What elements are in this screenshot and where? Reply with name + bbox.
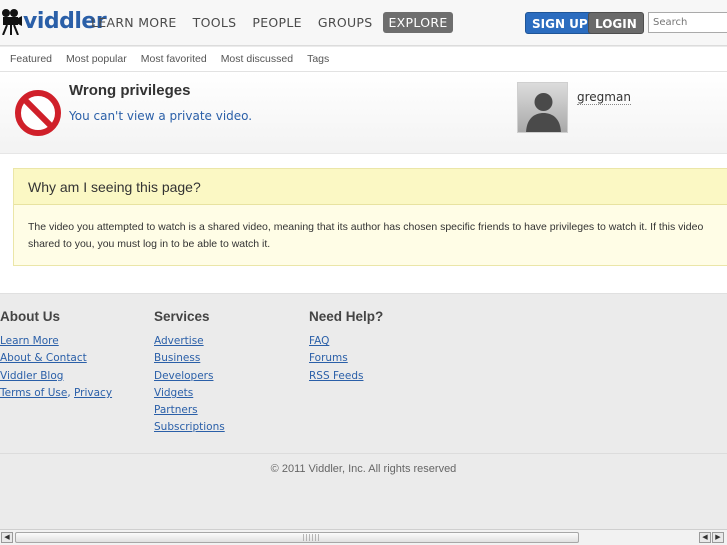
subnav-most-popular[interactable]: Most popular <box>66 53 127 65</box>
footer-link-viddler-blog[interactable]: Viddler Blog <box>0 368 112 385</box>
login-button[interactable]: LOGIN <box>588 12 644 34</box>
footer-link-about-contact[interactable]: About & Contact <box>0 350 112 367</box>
signup-button[interactable]: SIGN UP <box>525 12 595 34</box>
search-input[interactable] <box>648 12 727 33</box>
footer-link-terms[interactable]: Terms of Use <box>0 387 67 399</box>
why-text-line-2: shared to you, you must log in to be abl… <box>28 238 271 250</box>
error-message: You can't view a private video. <box>69 109 253 123</box>
footer-services-heading: Services <box>154 309 210 324</box>
footer-link-partners[interactable]: Partners <box>154 402 225 419</box>
subnav-most-discussed[interactable]: Most discussed <box>221 53 293 65</box>
footer-link-faq[interactable]: FAQ <box>309 333 383 350</box>
footer-link-rss-feeds[interactable]: RSS Feeds <box>309 368 383 385</box>
why-notice-box: Why am I seeing this page? The video you… <box>13 168 727 266</box>
scrollbar-grip <box>303 534 319 541</box>
nav-learn-more[interactable]: LEARN MORE <box>86 12 182 33</box>
footer-terms-privacy: Terms of Use, Privacy <box>0 385 112 402</box>
why-text-line-1: The video you attempted to watch is a sh… <box>28 221 704 233</box>
footer-link-subscriptions[interactable]: Subscriptions <box>154 419 225 436</box>
nav-people[interactable]: PEOPLE <box>247 12 306 33</box>
scroll-left-arrow-icon-right[interactable]: ◀ <box>699 532 711 543</box>
subnav-tags[interactable]: Tags <box>307 53 329 65</box>
nav-explore[interactable]: EXPLORE <box>383 12 453 33</box>
username-link[interactable]: gregman <box>577 90 631 105</box>
main-nav: LEARN MORE TOOLS PEOPLE GROUPS EXPLORE <box>86 12 453 33</box>
footer-link-developers[interactable]: Developers <box>154 368 225 385</box>
footer-link-vidgets[interactable]: Vidgets <box>154 385 225 402</box>
error-title: Wrong privileges <box>69 82 191 99</box>
scrollbar-thumb[interactable] <box>15 532 579 543</box>
footer-link-advertise[interactable]: Advertise <box>154 333 225 350</box>
footer-link-privacy[interactable]: Privacy <box>74 387 112 399</box>
scroll-left-arrow-icon[interactable]: ◀ <box>1 532 13 543</box>
footer-help-column: Need Help? FAQ Forums RSS Feeds <box>309 309 383 385</box>
footer-about-column: About Us Learn More About & Contact Vidd… <box>0 309 112 402</box>
footer-link-learn-more[interactable]: Learn More <box>0 333 112 350</box>
footer-services-column: Services Advertise Business Developers V… <box>154 309 225 437</box>
camera-icon <box>2 9 22 35</box>
error-header: Wrong privileges You can't view a privat… <box>0 72 727 154</box>
user-silhouette-icon <box>526 93 561 132</box>
footer-divider <box>0 453 727 454</box>
footer-link-forums[interactable]: Forums <box>309 350 383 367</box>
why-heading: Why am I seeing this page? <box>14 169 727 205</box>
prohibited-icon <box>15 90 61 136</box>
footer-link-business[interactable]: Business <box>154 350 225 367</box>
footer-about-heading: About Us <box>0 309 60 324</box>
scroll-right-arrow-icon[interactable]: ▶ <box>712 532 724 543</box>
nav-tools[interactable]: TOOLS <box>188 12 242 33</box>
horizontal-scrollbar[interactable]: ◀ ◀ ▶ <box>0 529 727 545</box>
nav-groups[interactable]: GROUPS <box>313 12 378 33</box>
subnav-featured[interactable]: Featured <box>10 53 52 65</box>
footer-help-heading: Need Help? <box>309 309 384 324</box>
copyright-text: © 2011 Viddler, Inc. All rights reserved <box>270 463 457 475</box>
top-header: viddler LEARN MORE TOOLS PEOPLE GROUPS E… <box>0 0 727 46</box>
content-card: Wrong privileges You can't view a privat… <box>0 72 727 294</box>
user-avatar[interactable] <box>517 82 568 133</box>
subnav-most-favorited[interactable]: Most favorited <box>141 53 207 65</box>
explore-subnav: Featured Most popular Most favorited Mos… <box>0 47 727 72</box>
why-body: The video you attempted to watch is a sh… <box>14 205 727 253</box>
